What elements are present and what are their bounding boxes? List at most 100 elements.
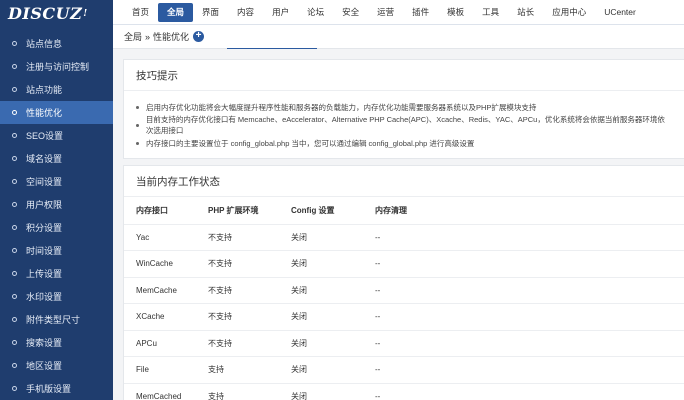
sidebar-item-label: 附件类型尺寸 (26, 315, 81, 325)
table-cell: 关闭 (279, 224, 363, 251)
tips-panel: 技巧提示 启用内存优化功能将会大幅度提升程序性能和服务器的负载能力，内存优化功能… (123, 59, 684, 159)
nav-tab[interactable]: 界面 (193, 3, 228, 22)
nav-tab[interactable]: 用户 (263, 3, 298, 22)
main-content: 技巧提示 启用内存优化功能将会大幅度提升程序性能和服务器的负载能力，内存优化功能… (113, 49, 684, 400)
discuz-logo[interactable]: DISCUZ! (0, 0, 113, 27)
tip-text: 启用内存优化功能将会大幅度提升程序性能和服务器的负载能力，内存优化功能需要服务器… (146, 102, 537, 112)
top-navigation: 首页 全局 界面 内容 用户 论坛 安全 运营 插件 模板 工具 站长 应用中心 UCenter (113, 0, 684, 25)
sidebar-item[interactable]: 性能优化 (0, 101, 113, 124)
circle-bullet-icon (12, 363, 17, 368)
table-cell: 关闭 (279, 330, 363, 357)
sidebar-item[interactable]: 附件类型尺寸 (0, 308, 113, 331)
table-cell: APCu (124, 330, 196, 357)
table-row: Yac 不支持 关闭 -- (124, 224, 684, 251)
tip-text: 目前支持的内存优化接口有 Memcache、eAccelerator、Alter… (145, 115, 665, 135)
bullet-icon (136, 141, 139, 145)
table-cell: Yac (124, 224, 196, 251)
tip-text: 内存接口的主要设置位于 config_global.php 当中，您可以通过编辑… (146, 138, 475, 148)
nav-tab[interactable]: 内容 (228, 3, 263, 22)
circle-bullet-icon (12, 110, 17, 115)
nav-tab[interactable]: 模板 (438, 3, 473, 22)
sidebar-item[interactable]: 站点信息 (0, 32, 113, 55)
table-row: WinCache 不支持 关闭 -- (124, 250, 684, 278)
sidebar-item[interactable]: 水印设置 (0, 285, 113, 308)
table-cell: 不支持 (196, 330, 279, 357)
circle-bullet-icon (12, 64, 17, 69)
sidebar-item[interactable]: SEO设置 (0, 124, 113, 147)
breadcrumb-root[interactable]: 全局 (124, 30, 142, 43)
table-cell: 不支持 (196, 277, 279, 304)
sidebar-item[interactable]: 域名设置 (0, 147, 113, 170)
nav-tab[interactable]: 安全 (333, 3, 368, 22)
breadcrumb: 全局 » 性能优化 + (113, 25, 684, 49)
add-shortcut-icon[interactable]: + (193, 31, 205, 42)
circle-bullet-icon (12, 202, 17, 207)
nav-tab[interactable]: 工具 (473, 3, 508, 22)
bullet-icon (136, 105, 139, 109)
column-header: Config 设置 (279, 197, 363, 225)
table-cell: 支持 (196, 383, 279, 400)
nav-tab[interactable]: 首页 (123, 3, 158, 22)
table-row: MemCached 支持 关闭 -- (124, 383, 684, 400)
sidebar-item-label: 站点信息 (26, 39, 63, 49)
sidebar-item[interactable]: 搜索设置 (0, 331, 113, 354)
sidebar-item-label: 域名设置 (26, 154, 63, 164)
table-cell: 关闭 (279, 383, 363, 400)
sidebar-item-label: 手机版设置 (26, 384, 72, 394)
nav-tab[interactable]: 论坛 (298, 3, 333, 22)
table-cell: 关闭 (279, 277, 363, 304)
nav-tab[interactable]: UCenter (595, 3, 645, 22)
circle-bullet-icon (12, 41, 17, 46)
nav-tab[interactable]: 全局 (158, 2, 194, 22)
table-cell: MemCache (124, 277, 196, 304)
logo-mark: ! (83, 8, 88, 19)
memory-status-panel: 当前内存工作状态 内存接口 PHP 扩展环境 Config 设置 内存清理 Yac 不支… (123, 165, 684, 400)
table-cell: -- (363, 330, 684, 357)
sidebar-item-label: 站点功能 (26, 85, 63, 95)
sidebar-item[interactable]: 空间设置 (0, 170, 113, 193)
sidebar-item-label: 水印设置 (26, 292, 63, 302)
table-row: APCu 不支持 关闭 -- (124, 330, 684, 357)
table-cell: -- (363, 250, 684, 278)
tip-item: 目前支持的内存优化接口有 Memcache、eAccelerator、Alter… (136, 115, 672, 135)
sidebar-item[interactable]: 上传设置 (0, 262, 113, 285)
circle-bullet-icon (12, 225, 17, 230)
sidebar-item-label: SEO设置 (26, 131, 64, 141)
circle-bullet-icon (12, 386, 17, 391)
sidebar: DISCUZ! 站点信息注册与访问控制站点功能性能优化 SEO设置域名设置空间设置… (0, 0, 113, 400)
sidebar-item[interactable]: 时间设置 (0, 239, 113, 262)
table-cell: MemCached (124, 383, 196, 400)
sidebar-item-label: 时间设置 (26, 246, 63, 256)
table-cell: -- (363, 383, 684, 400)
sidebar-item[interactable]: 站点功能 (0, 78, 113, 101)
table-cell: File (124, 356, 196, 384)
nav-tab[interactable]: 插件 (403, 3, 438, 22)
sidebar-item[interactable]: 注册与访问控制 (0, 55, 113, 78)
table-header-row: 内存接口 PHP 扩展环境 Config 设置 内存清理 (124, 197, 684, 225)
nav-tab[interactable]: 运营 (368, 3, 403, 22)
circle-bullet-icon (12, 87, 17, 92)
nav-tab[interactable]: 应用中心 (543, 3, 595, 22)
circle-bullet-icon (12, 248, 17, 253)
circle-bullet-icon (12, 317, 17, 322)
sidebar-item-label: 性能优化 (26, 108, 63, 118)
table-cell: -- (363, 277, 684, 304)
table-cell: 关闭 (279, 250, 363, 278)
table-cell: WinCache (124, 250, 196, 278)
table-cell: 关闭 (279, 356, 363, 384)
column-header: 内存清理 (363, 197, 684, 225)
table-row: File 支持 关闭 -- (124, 356, 684, 384)
table-cell: -- (363, 303, 684, 331)
table-cell: XCache (124, 303, 196, 331)
sidebar-item[interactable]: 用户权限 (0, 193, 113, 216)
table-row: XCache 不支持 关闭 -- (124, 303, 684, 331)
tips-title: 技巧提示 (124, 60, 684, 91)
nav-tab[interactable]: 站长 (508, 3, 543, 22)
circle-bullet-icon (12, 156, 17, 161)
sidebar-item[interactable]: 地区设置 (0, 354, 113, 377)
sidebar-item[interactable]: 积分设置 (0, 216, 113, 239)
logo-text: DISCUZ (8, 4, 83, 23)
sidebar-item[interactable]: 手机版设置 (0, 377, 113, 400)
table-cell: 关闭 (279, 303, 363, 331)
circle-bullet-icon (12, 271, 17, 276)
